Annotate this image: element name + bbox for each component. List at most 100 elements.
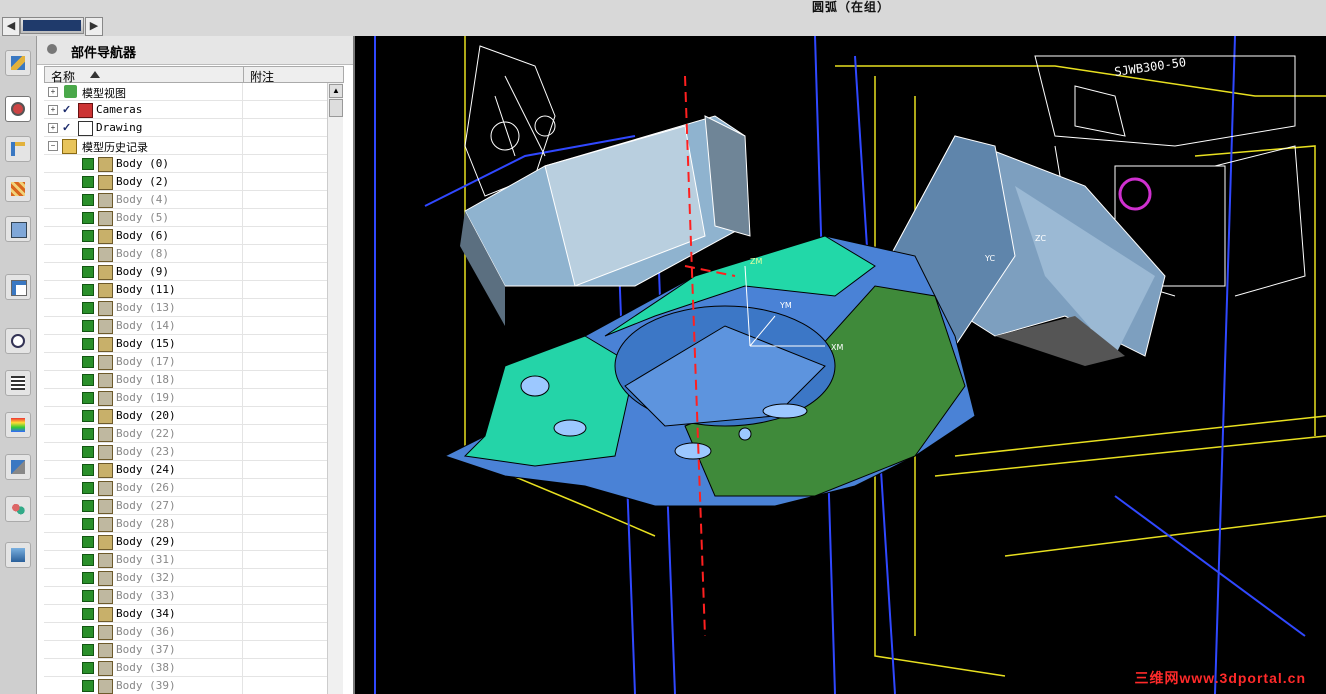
tree-node-body[interactable]: Body (14)	[44, 317, 327, 335]
visibility-checkbox[interactable]	[82, 338, 94, 350]
scroll-up-button[interactable]: ▲	[329, 84, 343, 98]
tree-node-body[interactable]: Body (33)	[44, 587, 327, 605]
tree-node-body[interactable]: Body (18)	[44, 371, 327, 389]
part-navigator-icon[interactable]	[5, 96, 31, 122]
assembly-navigator-icon[interactable]	[5, 50, 31, 76]
tree-node-body[interactable]: Body (27)	[44, 497, 327, 515]
tree-node-body[interactable]: Body (20)	[44, 407, 327, 425]
tree-node-body[interactable]: Body (22)	[44, 425, 327, 443]
slider-thumb[interactable]	[23, 20, 81, 31]
tree-node-body[interactable]: Body (37)	[44, 641, 327, 659]
visibility-checkbox[interactable]	[82, 680, 94, 692]
tree-node-body[interactable]: Body (23)	[44, 443, 327, 461]
color-analysis-icon[interactable]	[5, 412, 31, 438]
clock-icon[interactable]	[5, 328, 31, 354]
tree-node-body[interactable]: Body (29)	[44, 533, 327, 551]
history-icon[interactable]	[5, 216, 31, 242]
visibility-checkbox[interactable]	[82, 392, 94, 404]
visibility-checkbox[interactable]	[82, 176, 94, 188]
visibility-checkbox[interactable]	[82, 410, 94, 422]
tree-node-body[interactable]: Body (8)	[44, 245, 327, 263]
tree-node-model-views[interactable]: + 模型视图	[44, 83, 327, 101]
body-icon	[98, 409, 113, 424]
visibility-checkbox[interactable]	[82, 374, 94, 386]
visibility-checkbox[interactable]	[82, 554, 94, 566]
display-palette-icon[interactable]	[5, 542, 31, 568]
tree-node-body[interactable]: Body (13)	[44, 299, 327, 317]
visibility-checkbox[interactable]	[82, 230, 94, 242]
web-browser-icon[interactable]	[5, 274, 31, 300]
tree-node-model-history[interactable]: − 模型历史记录	[44, 137, 327, 155]
visibility-checkbox[interactable]	[82, 644, 94, 656]
tree-node-body[interactable]: Body (34)	[44, 605, 327, 623]
tree-node-body[interactable]: Body (17)	[44, 353, 327, 371]
process-navigator-icon[interactable]	[5, 370, 31, 396]
visibility-checkbox[interactable]	[82, 428, 94, 440]
expand-icon[interactable]: +	[48, 123, 58, 133]
sort-ascending-icon[interactable]	[90, 71, 100, 78]
visibility-checkbox[interactable]	[82, 302, 94, 314]
body-icon	[98, 661, 113, 676]
visibility-checkbox[interactable]	[82, 662, 94, 674]
tree-node-body[interactable]: Body (2)	[44, 173, 327, 191]
visibility-checkbox[interactable]	[82, 572, 94, 584]
tree-node-body[interactable]: Body (0)	[44, 155, 327, 173]
roles-icon[interactable]	[5, 496, 31, 522]
tree-node-label: Body (31)	[116, 553, 176, 566]
visibility-checkbox[interactable]	[82, 284, 94, 296]
visibility-checkbox[interactable]	[82, 356, 94, 368]
tree-node-drawing[interactable]: + ✓ Drawing	[44, 119, 327, 137]
tree-node-label: Body (29)	[116, 535, 176, 548]
tree-node-body[interactable]: Body (19)	[44, 389, 327, 407]
tree-node-body[interactable]: Body (11)	[44, 281, 327, 299]
graphics-viewport[interactable]: SJWB300-50 ZM YM XM ZC YC 三维网www.3dporta…	[355, 36, 1326, 694]
tree-node-body[interactable]: Body (26)	[44, 479, 327, 497]
constraint-navigator-icon[interactable]	[5, 136, 31, 162]
tree-node-body[interactable]: Body (6)	[44, 227, 327, 245]
expand-icon[interactable]: +	[48, 87, 58, 97]
visibility-checkbox[interactable]	[82, 536, 94, 548]
tree-node-body[interactable]: Body (4)	[44, 191, 327, 209]
visibility-checkbox[interactable]	[82, 518, 94, 530]
visibility-checkbox[interactable]	[82, 608, 94, 620]
visibility-checkbox[interactable]	[82, 626, 94, 638]
tree-node-body[interactable]: Body (36)	[44, 623, 327, 641]
visibility-checkbox[interactable]	[82, 158, 94, 170]
visibility-checkbox[interactable]	[82, 590, 94, 602]
tooling-icon[interactable]	[5, 454, 31, 480]
visibility-checkbox[interactable]	[82, 446, 94, 458]
tree-node-body[interactable]: Body (9)	[44, 263, 327, 281]
column-divider[interactable]	[243, 67, 244, 83]
visibility-checkbox[interactable]	[82, 266, 94, 278]
visibility-checkbox[interactable]	[82, 482, 94, 494]
tree-node-body[interactable]: Body (5)	[44, 209, 327, 227]
visibility-checkbox[interactable]	[82, 464, 94, 476]
visible-check-icon[interactable]: ✓	[62, 103, 71, 116]
tree-node-body[interactable]: Body (31)	[44, 551, 327, 569]
visibility-checkbox[interactable]	[82, 320, 94, 332]
tree-node-body[interactable]: Body (24)	[44, 461, 327, 479]
visibility-checkbox[interactable]	[82, 248, 94, 260]
body-icon	[98, 517, 113, 532]
scroll-slider[interactable]	[20, 17, 84, 34]
tree-node-body[interactable]: Body (39)	[44, 677, 327, 694]
scroll-thumb[interactable]	[329, 99, 343, 117]
visibility-checkbox[interactable]	[82, 212, 94, 224]
tree-scrollbar[interactable]: ▲	[327, 83, 343, 694]
body-icon	[98, 607, 113, 622]
collapse-icon[interactable]: −	[48, 141, 58, 151]
axis-label-ym: YM	[779, 301, 792, 310]
visibility-checkbox[interactable]	[82, 500, 94, 512]
scroll-left-button[interactable]: ◀	[2, 17, 20, 36]
tree-node-cameras[interactable]: + ✓ Cameras	[44, 101, 327, 119]
pin-icon[interactable]	[47, 44, 57, 54]
reuse-library-icon[interactable]	[5, 176, 31, 202]
visible-check-icon[interactable]: ✓	[62, 121, 71, 134]
expand-icon[interactable]: +	[48, 105, 58, 115]
tree-node-body[interactable]: Body (15)	[44, 335, 327, 353]
visibility-checkbox[interactable]	[82, 194, 94, 206]
tree-node-body[interactable]: Body (32)	[44, 569, 327, 587]
scroll-right-button[interactable]: ▶	[85, 17, 103, 36]
tree-node-body[interactable]: Body (28)	[44, 515, 327, 533]
tree-node-body[interactable]: Body (38)	[44, 659, 327, 677]
